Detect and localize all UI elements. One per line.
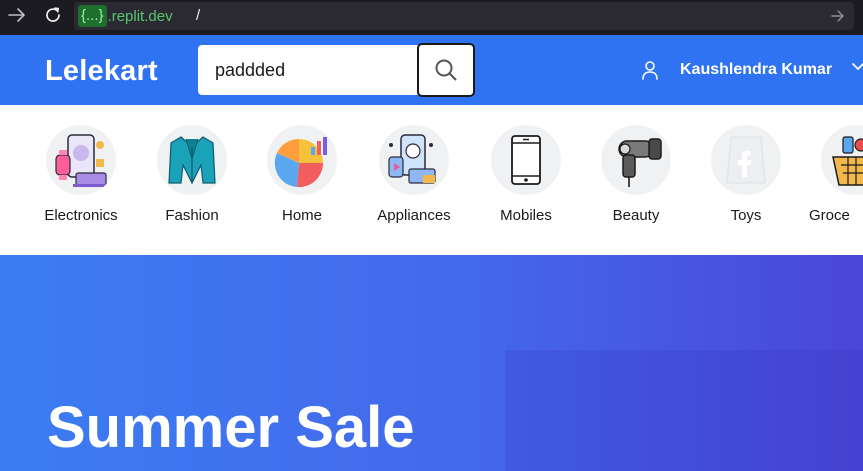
smartphone-icon xyxy=(491,125,561,195)
category-home[interactable]: Home xyxy=(247,125,357,235)
electronics-icon xyxy=(46,125,116,195)
category-label: Mobiles xyxy=(500,207,552,224)
category-appliances[interactable]: Appliances xyxy=(359,125,469,235)
search-button[interactable] xyxy=(417,43,475,97)
appliances-icon xyxy=(379,125,449,195)
hero-banner: Summer Sale xyxy=(0,255,863,471)
category-beauty[interactable]: Beauty xyxy=(581,125,691,235)
address-bar[interactable]: {...} .replit.dev / xyxy=(74,2,854,30)
reload-icon[interactable] xyxy=(40,4,66,26)
blazer-icon xyxy=(157,125,227,195)
back-arrow-icon[interactable] xyxy=(4,4,30,26)
category-toys[interactable]: Toys xyxy=(691,125,801,235)
url-badge: {...} xyxy=(78,5,107,27)
category-label: Toys xyxy=(730,207,762,224)
category-label: Beauty xyxy=(612,207,660,224)
hero-image-panel xyxy=(505,350,863,471)
user-menu[interactable]: Kaushlendra Kumar xyxy=(641,60,863,80)
url-domain: .replit.dev xyxy=(107,7,173,25)
category-label: Fashion xyxy=(165,207,219,224)
browser-toolbar: {...} .replit.dev / xyxy=(0,0,863,35)
category-strip: Electronics Fashion Home Appliances Mobi… xyxy=(0,105,863,255)
category-label: Electronics xyxy=(44,207,118,224)
search-input[interactable] xyxy=(198,45,418,95)
user-name: Kaushlendra Kumar xyxy=(680,61,833,78)
category-label: Groce xyxy=(809,207,850,224)
search-icon xyxy=(435,59,457,81)
site-logo[interactable]: Lelekart xyxy=(45,55,158,88)
facebook-logo-icon xyxy=(711,125,781,195)
category-mobiles[interactable]: Mobiles xyxy=(471,125,581,235)
category-fashion[interactable]: Fashion xyxy=(137,125,247,235)
hero-title: Summer Sale xyxy=(47,395,415,460)
chevron-down-icon[interactable] xyxy=(851,62,863,72)
url-host: {...} .replit.dev xyxy=(78,5,173,27)
category-grocery[interactable]: Groce xyxy=(801,125,863,235)
grocery-basket-icon xyxy=(821,125,863,195)
category-label: Home xyxy=(281,207,322,224)
url-path: / xyxy=(196,7,201,24)
site-header: Lelekart Kaushlendra Kumar xyxy=(0,35,863,105)
search-box xyxy=(198,45,418,95)
user-icon xyxy=(642,61,658,80)
pie-chart-icon xyxy=(267,125,337,195)
hair-dryer-icon xyxy=(601,125,671,195)
go-arrow-icon[interactable] xyxy=(828,6,848,26)
category-label: Appliances xyxy=(377,207,451,224)
category-electronics[interactable]: Electronics xyxy=(26,125,136,235)
